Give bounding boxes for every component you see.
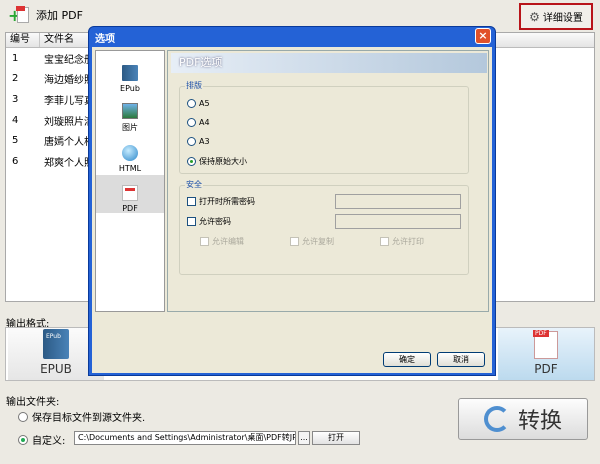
- allow-print-label: 允许打印: [392, 237, 424, 246]
- allow-copy-checkbox[interactable]: [290, 237, 299, 246]
- epub-book-icon: [43, 329, 69, 359]
- cancel-button[interactable]: 取消: [437, 352, 485, 367]
- layout-option-a5[interactable]: A5: [187, 99, 210, 108]
- row-number: 3: [12, 93, 19, 105]
- pdf-file-icon: [533, 330, 558, 359]
- nav-item-epub[interactable]: EPub: [96, 55, 164, 93]
- output-path-field[interactable]: C:\Documents and Settings\Administrator\…: [74, 431, 296, 445]
- detailed-settings-button[interactable]: ⚙ 详细设置: [519, 3, 593, 30]
- permission-password-checkbox[interactable]: [187, 217, 196, 226]
- panel-title: PDF选项: [171, 53, 487, 73]
- custom-folder-option[interactable]: 自定义:: [18, 432, 65, 447]
- convert-label: 转换: [517, 409, 562, 434]
- save-to-source-option[interactable]: 保存目标文件到源文件夹.: [18, 409, 145, 424]
- allow-print-option[interactable]: 允许打印: [380, 236, 424, 247]
- nav-item-label: EPub: [120, 84, 140, 93]
- layout-radio[interactable]: [187, 157, 196, 166]
- layout-group-title: 排版: [185, 80, 203, 91]
- epub-icon: [122, 65, 138, 81]
- row-number: 5: [12, 135, 19, 147]
- pdf-icon: [122, 185, 138, 201]
- allow-copy-option[interactable]: 允许复制: [290, 236, 334, 247]
- row-number: 4: [12, 114, 19, 126]
- open-password-field[interactable]: [335, 194, 461, 209]
- open-password-label: 打开时所需密码: [199, 197, 255, 206]
- options-dialog: 选项 × EPub 图片 HTML PDF PDF选项 排版 A5 A4 A3 …: [88, 26, 496, 376]
- open-password-option[interactable]: 打开时所需密码: [187, 196, 255, 207]
- format-epub-label: EPUB: [40, 362, 72, 376]
- allow-print-checkbox[interactable]: [380, 237, 389, 246]
- add-pdf-button[interactable]: + 添加 PDF: [6, 4, 83, 26]
- layout-option-label: 保持原始大小: [199, 157, 247, 166]
- save-to-source-radio[interactable]: [18, 411, 28, 422]
- layout-radio[interactable]: [187, 118, 196, 127]
- row-number: 6: [12, 155, 19, 167]
- layout-option-original[interactable]: 保持原始大小: [187, 156, 247, 167]
- allow-edit-label: 允许编辑: [212, 237, 244, 246]
- output-folder-label: 输出文件夹:: [6, 397, 60, 408]
- layout-option-label: A4: [199, 118, 210, 127]
- permission-password-option[interactable]: 允许密码: [187, 216, 231, 227]
- security-group-title: 安全: [185, 179, 203, 190]
- custom-folder-radio[interactable]: [18, 434, 28, 445]
- layout-option-label: A5: [199, 99, 210, 108]
- close-icon[interactable]: ×: [475, 28, 491, 44]
- allow-edit-option[interactable]: 允许编辑: [200, 236, 244, 247]
- layout-option-a3[interactable]: A3: [187, 137, 210, 146]
- save-to-source-label: 保存目标文件到源文件夹.: [32, 413, 146, 424]
- detailed-settings-label: 详细设置: [542, 13, 583, 24]
- nav-item-label: HTML: [118, 164, 142, 173]
- permission-password-field[interactable]: [335, 214, 461, 229]
- format-pdf-label: PDF: [534, 362, 558, 376]
- pdf-options-panel: PDF选项 排版 A5 A4 A3 保持原始大小 安全 打开时所需密码 允许密码…: [167, 50, 489, 312]
- globe-icon: [122, 145, 138, 161]
- image-icon: [122, 103, 138, 119]
- ok-button[interactable]: 确定: [383, 352, 431, 367]
- layout-option-a4[interactable]: A4: [187, 118, 210, 127]
- layout-radio[interactable]: [187, 137, 196, 146]
- dialog-client: EPub 图片 HTML PDF PDF选项 排版 A5 A4 A3 保持原始大…: [92, 47, 492, 373]
- browse-button[interactable]: ...: [298, 431, 310, 445]
- open-folder-button[interactable]: 打开: [312, 431, 360, 445]
- allow-copy-label: 允许复制: [302, 237, 334, 246]
- gear-icon: ⚙: [529, 9, 540, 24]
- permission-password-label: 允许密码: [199, 217, 231, 226]
- convert-icon: [483, 406, 510, 432]
- layout-option-label: A3: [199, 137, 210, 146]
- layout-radio[interactable]: [187, 99, 196, 108]
- nav-item-label: 图片: [122, 123, 138, 132]
- add-pdf-label: 添加 PDF: [36, 9, 83, 22]
- format-pdf-button[interactable]: PDF: [498, 328, 594, 380]
- nav-item-image[interactable]: 图片: [96, 95, 164, 133]
- convert-button[interactable]: 转换: [458, 398, 588, 440]
- row-number: 1: [12, 52, 19, 64]
- row-number: 2: [12, 73, 19, 85]
- allow-edit-checkbox[interactable]: [200, 237, 209, 246]
- options-nav: EPub 图片 HTML PDF: [95, 50, 165, 312]
- nav-item-html[interactable]: HTML: [96, 135, 164, 173]
- dialog-title: 选项: [95, 34, 115, 45]
- security-group: 安全 打开时所需密码 允许密码 允许编辑 允许复制 允许打印: [179, 179, 469, 275]
- open-password-checkbox[interactable]: [187, 197, 196, 206]
- column-header-number[interactable]: 编号: [6, 33, 40, 47]
- nav-item-pdf[interactable]: PDF: [96, 175, 164, 213]
- nav-item-label: PDF: [122, 204, 138, 213]
- layout-group: 排版 A5 A4 A3 保持原始大小: [179, 80, 469, 174]
- custom-folder-label: 自定义:: [32, 436, 66, 447]
- add-pdf-icon: +: [6, 4, 32, 26]
